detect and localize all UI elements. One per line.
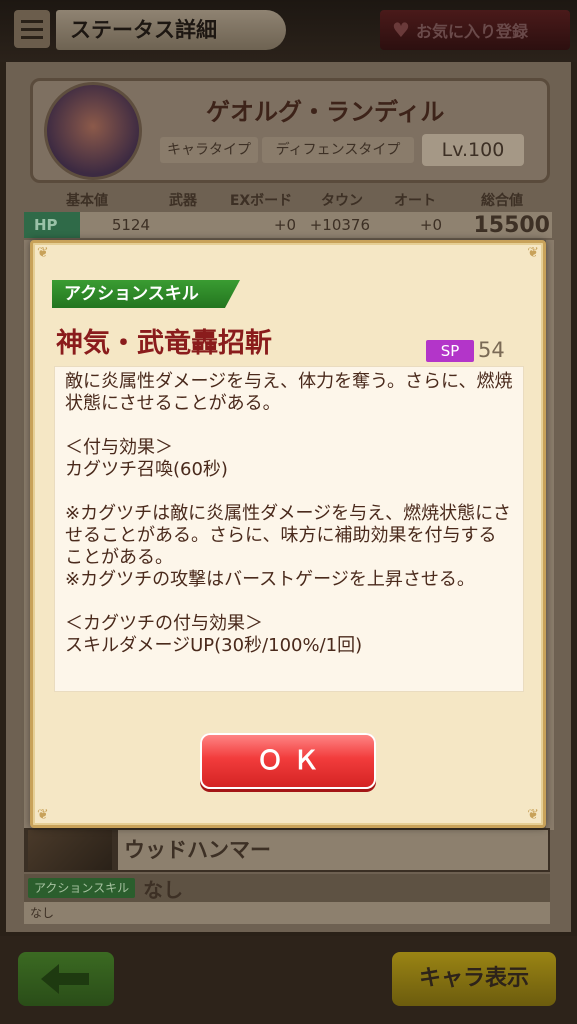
page-title: ステータス詳細 xyxy=(56,10,286,50)
stats-header-weapon: 武器 xyxy=(169,193,197,209)
weapon-skill-value: なし xyxy=(143,877,184,902)
heart-icon: ♥ xyxy=(392,18,410,42)
left-arrow-icon xyxy=(41,964,89,994)
favorite-button[interactable]: ♥ お気に入り登録 xyxy=(380,10,570,50)
character-portrait[interactable] xyxy=(44,82,142,180)
weapon-skill-tag: アクションスキル xyxy=(28,878,136,898)
hp-stat-row: HP 5124 +0 +10376 +0 15500 xyxy=(24,212,552,238)
weapon-name: ウッドハンマー xyxy=(118,830,548,870)
favorite-label: お気に入り登録 xyxy=(415,22,528,41)
stats-header-ex-board: EXボード xyxy=(229,193,293,209)
corner-ornament-icon: ❦ xyxy=(37,245,49,261)
character-level: Lv.100 xyxy=(422,134,524,166)
stats-header-auto: オート xyxy=(394,193,436,209)
stats-header-town: タウン xyxy=(321,193,363,209)
hp-base: 5124 xyxy=(111,216,150,234)
corner-ornament-icon: ❦ xyxy=(527,807,539,823)
stats-list-edge-right xyxy=(546,240,554,830)
hammer-icon xyxy=(28,830,112,870)
skill-name: 神気・武竜轟招斬 xyxy=(56,328,272,359)
sp-badge: SP xyxy=(426,340,474,362)
menu-icon[interactable] xyxy=(14,10,50,48)
hp-town: +10376 xyxy=(309,216,370,234)
character-name: ゲオルグ・ランディル xyxy=(206,98,445,126)
stats-header-row: 基本値 武器 EXボード タウン オート 総合値 xyxy=(24,190,554,212)
character-type-value: ディフェンスタイプ xyxy=(262,137,414,163)
skill-type-tag: アクションスキル xyxy=(52,280,240,308)
hp-label: HP xyxy=(24,212,80,238)
back-button[interactable] xyxy=(18,952,114,1006)
weapon-skill-description: なし xyxy=(24,902,550,924)
character-display-button[interactable]: キャラ表示 xyxy=(392,952,556,1006)
hp-ex-board: +0 xyxy=(273,216,296,234)
skill-description: 敵に炎属性ダメージを与え、体力を奪う。さらに、燃焼状態にさせることがある。 ＜付… xyxy=(54,366,524,692)
character-type-label: キャラタイプ xyxy=(160,137,258,163)
sp-value: 54 xyxy=(478,338,505,362)
hp-total: 15500 xyxy=(473,212,550,238)
hp-auto: +0 xyxy=(419,216,442,234)
stats-header-total: 総合値 xyxy=(481,193,523,209)
ok-button[interactable]: ＯＫ xyxy=(200,733,376,789)
corner-ornament-icon: ❦ xyxy=(527,245,539,261)
weapon-skill-row: アクションスキル なし xyxy=(24,874,550,902)
stats-header-base: 基本値 xyxy=(66,193,108,209)
corner-ornament-icon: ❦ xyxy=(37,807,49,823)
